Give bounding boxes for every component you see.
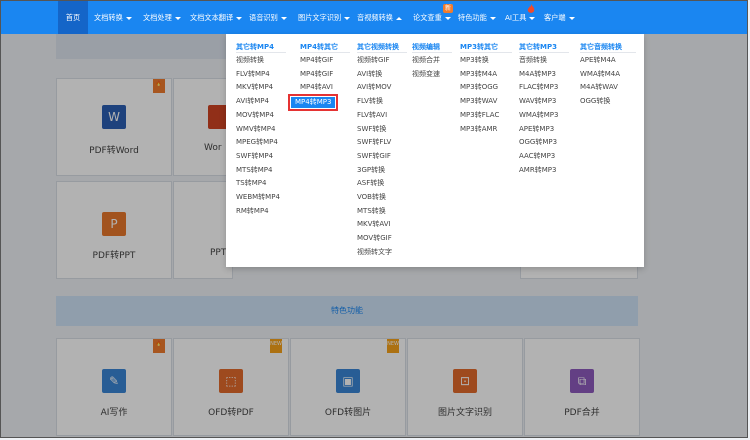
window-frame	[0, 0, 748, 438]
